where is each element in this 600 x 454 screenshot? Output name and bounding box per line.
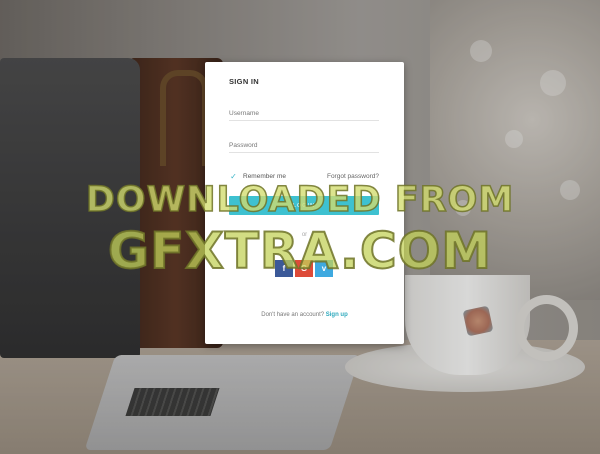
signup-row: Don't have an account? Sign up (205, 312, 404, 318)
remember-me-label: Remember me (243, 173, 286, 180)
login-button[interactable]: LOGIN (229, 196, 379, 215)
or-divider: or (301, 232, 308, 238)
facebook-icon: f (282, 264, 286, 273)
username-field[interactable] (229, 106, 379, 121)
signup-prompt: Don't have an account? (261, 312, 326, 318)
login-card: SIGN IN ✓ Remember me Forgot password? L… (205, 62, 404, 344)
remember-me-checkbox[interactable]: ✓ Remember me (229, 172, 286, 181)
form-title: SIGN IN (229, 77, 260, 86)
password-field[interactable] (229, 138, 379, 153)
social-login-row: f G v (275, 260, 333, 277)
page: SIGN IN ✓ Remember me Forgot password? L… (0, 0, 600, 454)
vimeo-login-button[interactable]: v (315, 260, 333, 277)
forgot-password-link[interactable]: Forgot password? (327, 173, 379, 180)
vimeo-icon: v (321, 264, 327, 273)
google-icon: G (300, 264, 308, 273)
facebook-login-button[interactable]: f (275, 260, 293, 277)
checkmark-icon: ✓ (230, 172, 237, 181)
signup-link[interactable]: Sign up (326, 312, 348, 318)
google-login-button[interactable]: G (295, 260, 313, 277)
